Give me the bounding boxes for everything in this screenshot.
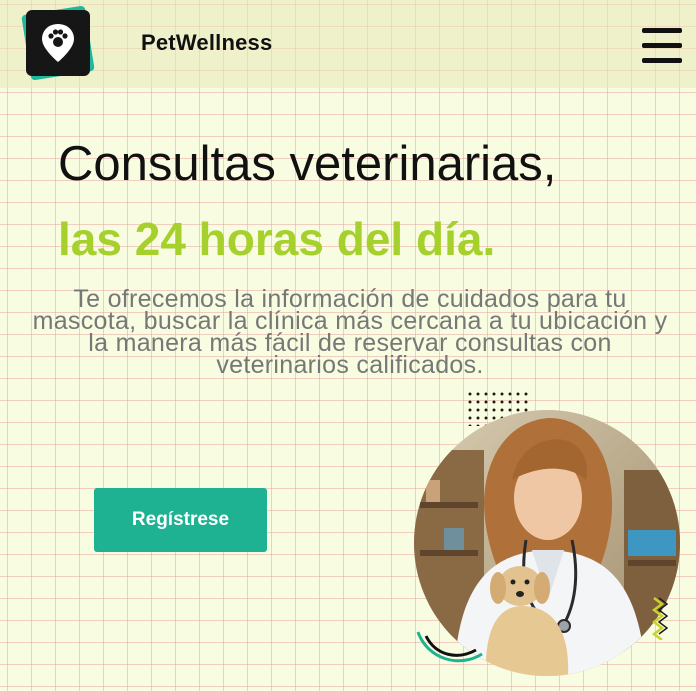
hero-description: Te ofrecemos la información de cuidados … bbox=[32, 285, 668, 379]
subtitle-part2: del día. bbox=[323, 213, 496, 265]
brand-name[interactable]: PetWellness bbox=[141, 30, 272, 56]
logo-box bbox=[26, 10, 90, 76]
hamburger-menu-icon[interactable] bbox=[640, 28, 684, 64]
menu-bar bbox=[642, 43, 682, 48]
hero-title: Consultas veterinarias, bbox=[58, 137, 557, 191]
decorative-squiggle bbox=[651, 597, 668, 640]
subtitle-highlight: 24 horas bbox=[134, 213, 324, 265]
paw-location-pin-icon bbox=[42, 24, 74, 62]
menu-bar bbox=[642, 28, 682, 33]
register-button[interactable]: Regístrese bbox=[94, 488, 267, 552]
veterinarian-with-puppy-photo bbox=[414, 410, 680, 676]
subtitle-part1: las bbox=[58, 213, 135, 265]
menu-bar bbox=[642, 58, 682, 63]
logo[interactable] bbox=[21, 5, 95, 81]
top-header: PetWellness bbox=[0, 0, 696, 88]
hero-subtitle: las 24 horas del día. bbox=[58, 212, 495, 266]
